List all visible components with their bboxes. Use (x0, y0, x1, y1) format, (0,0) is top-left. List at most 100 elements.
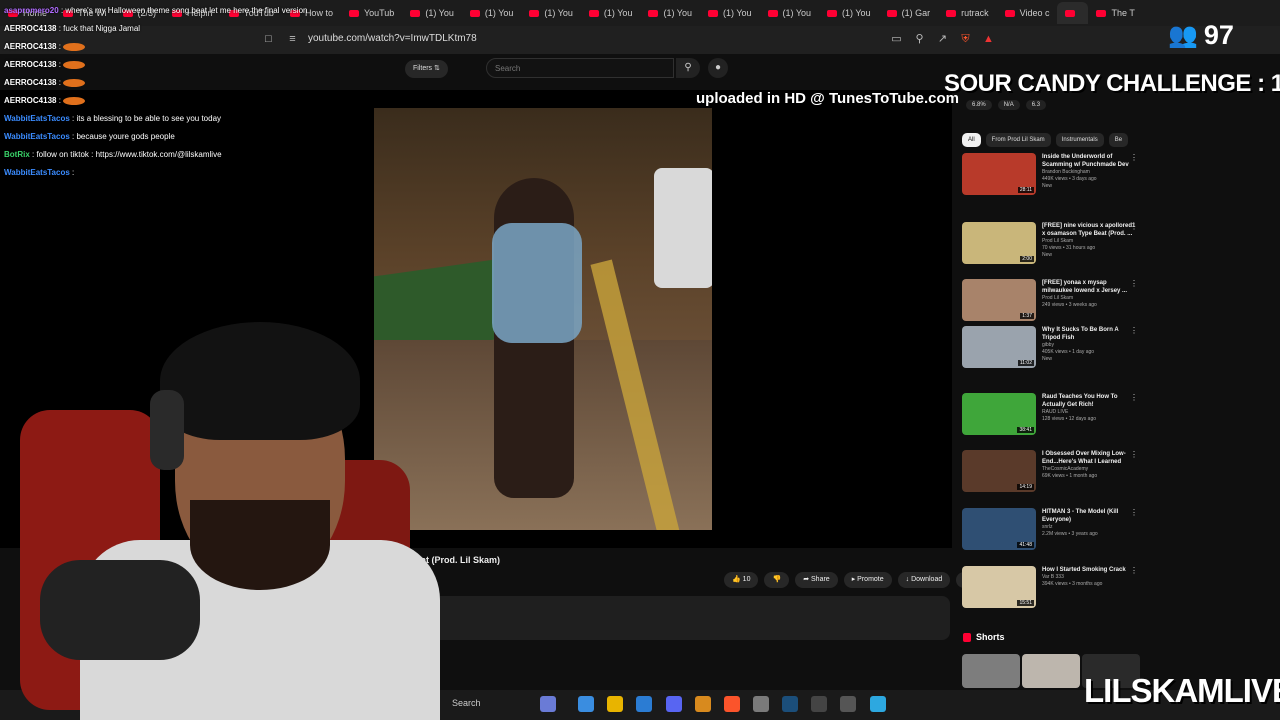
recommended-video[interactable]: 2:00 [FREE] nine vicious x apollored1 x o… (962, 222, 1138, 264)
video-title[interactable]: How I Started Smoking Crack (1042, 566, 1138, 574)
download-button[interactable]: ↓ Download (897, 572, 951, 588)
video-thumbnail[interactable]: 28:11 (962, 153, 1036, 195)
video-title[interactable]: Raud Teaches You How To Actually Get Ric… (1042, 393, 1138, 409)
edge-icon[interactable] (578, 696, 594, 712)
more-options-icon[interactable]: ⋮ (1130, 222, 1138, 231)
browser-tab[interactable]: (1) You (402, 2, 462, 24)
channel-name[interactable]: Prod Lil Skam (1042, 238, 1138, 245)
search-input[interactable]: Search (486, 58, 674, 78)
screen-icon[interactable]: ▭ (890, 33, 903, 46)
video-thumbnail[interactable]: 38:41 (962, 393, 1036, 435)
recommended-video[interactable]: 15:51 How I Started Smoking Crack Var B 33… (962, 566, 1138, 608)
brave-shield-icon[interactable]: ⛨ (959, 33, 972, 46)
browser-tab[interactable]: rutrack (938, 2, 997, 24)
folder-icon[interactable] (607, 696, 623, 712)
browser-tab[interactable]: (1) Gar (879, 2, 939, 24)
zoom-icon[interactable]: ⚲ (913, 33, 926, 46)
browser-tab[interactable]: (1) You (462, 2, 522, 24)
filters-button[interactable]: Filters ⇅ (405, 60, 448, 78)
video-title[interactable]: [FREE] nine vicious x apollored1 x osama… (1042, 222, 1138, 238)
short-thumbnail[interactable] (962, 654, 1020, 688)
channel-name[interactable]: Prod Lil Skam (1042, 295, 1138, 302)
store-icon[interactable] (636, 696, 652, 712)
browser-tab[interactable]: (1) You (640, 2, 700, 24)
channel-name[interactable]: TheCosmicAcademy (1042, 466, 1138, 473)
more-options-icon[interactable]: ⋮ (1130, 153, 1138, 162)
browser-tab[interactable]: (1) You (581, 2, 641, 24)
description-box[interactable] (430, 596, 950, 640)
video-info: [FREE] yonaa x mysap milwaukee lowend x … (1042, 279, 1138, 321)
video-title[interactable]: HITMAN 3 - The Model (Kill Everyone) (1042, 508, 1138, 524)
channel-name[interactable]: Brandon Buckingham (1042, 169, 1138, 176)
channel-name[interactable]: Var B 333 (1042, 574, 1138, 581)
video-title[interactable]: [FREE] yonaa x mysap milwaukee lowend x … (1042, 279, 1138, 295)
rewards-icon[interactable]: ▲ (982, 33, 995, 46)
recommended-video[interactable]: 38:41 Raud Teaches You How To Actually Ge… (962, 393, 1138, 435)
filter-chip[interactable]: Instrumentals (1055, 133, 1104, 147)
video-thumbnail[interactable]: 14:19 (962, 450, 1036, 492)
stat-value: N/A (997, 100, 1020, 110)
video-info: How I Started Smoking Crack Var B 333 394K… (1042, 566, 1138, 608)
steam-icon[interactable] (782, 696, 798, 712)
viewer-count: 97 (1203, 20, 1234, 50)
youtube-favicon-icon (469, 9, 480, 17)
filter-chip[interactable]: All (962, 133, 981, 147)
video-title[interactable]: Why It Sucks To Be Born A Tripod Fish (1042, 326, 1138, 342)
video-title[interactable]: I Obsessed Over Mixing Low-End...Here's … (1042, 450, 1138, 466)
brave-icon[interactable] (724, 696, 740, 712)
recommended-video[interactable]: 11:02 Why It Sucks To Be Born A Tripod Fi… (962, 326, 1138, 368)
video-thumbnail[interactable]: 41:48 (962, 508, 1036, 550)
channel-name[interactable]: snrlz (1042, 524, 1138, 531)
video-thumbnail[interactable]: 11:02 (962, 326, 1036, 368)
more-options-icon[interactable]: ⋮ (1130, 566, 1138, 575)
chat-message: BotRix : follow on tiktok : https://www.… (4, 146, 334, 164)
browser-tab[interactable]: The T (1088, 2, 1142, 24)
filter-chip[interactable]: From Prod Lil Skam (985, 133, 1051, 147)
duration-badge: 38:41 (1017, 427, 1034, 433)
video-thumbnail[interactable]: 1:37 (962, 279, 1036, 321)
share-page-icon[interactable]: ↗ (936, 33, 949, 46)
app-icon[interactable] (695, 696, 711, 712)
video-thumbnail[interactable]: 15:51 (962, 566, 1036, 608)
video-info: HITMAN 3 - The Model (Kill Everyone) snrl… (1042, 508, 1138, 550)
filter-chip[interactable]: Be (1108, 133, 1129, 147)
more-options-icon[interactable]: ⋮ (1130, 279, 1138, 288)
browser-tab[interactable]: (1) You (819, 2, 879, 24)
browser-tab[interactable]: YouTub (341, 2, 402, 24)
more-options-icon[interactable]: ⋮ (1130, 393, 1138, 402)
browser-tab[interactable]: (1) You (521, 2, 581, 24)
promote-button[interactable]: ▸ Promote (843, 572, 892, 588)
browser-tab-label: The T (1111, 8, 1135, 18)
browser-tab[interactable] (1057, 2, 1089, 24)
recommended-video[interactable]: 14:19 I Obsessed Over Mixing Low-End...He… (962, 450, 1138, 492)
taskbar-search[interactable]: Search (452, 698, 481, 708)
duration-badge: 28:11 (1017, 187, 1034, 193)
app-icon[interactable] (840, 696, 856, 712)
more-options-icon[interactable]: ⋮ (1130, 508, 1138, 517)
jacket-shape (492, 223, 582, 343)
discord-icon[interactable] (666, 696, 682, 712)
like-button[interactable]: 👍 10 (724, 572, 759, 588)
video-thumbnail-image[interactable] (374, 108, 712, 530)
copilot-icon[interactable] (540, 696, 556, 712)
recommended-video[interactable]: 28:11 Inside the Underworld of Scamming w… (962, 153, 1138, 195)
search-icon[interactable]: ⚲ (676, 58, 700, 78)
dislike-button[interactable]: 👎 (764, 572, 790, 588)
video-title[interactable]: Inside the Underworld of Scamming w/ Pun… (1042, 153, 1138, 169)
browser-tab[interactable]: Video c (997, 2, 1058, 24)
share-button[interactable]: ➦ Share (795, 572, 838, 588)
video-thumbnail[interactable]: 2:00 (962, 222, 1036, 264)
channel-name[interactable]: RAUD LIVE (1042, 409, 1138, 416)
more-options-icon[interactable]: ⋮ (1130, 326, 1138, 335)
more-options-icon[interactable]: ⋮ (1130, 450, 1138, 459)
notepad-icon[interactable] (870, 696, 886, 712)
app-icon[interactable] (811, 696, 827, 712)
recommended-video[interactable]: 1:37 [FREE] yonaa x mysap milwaukee lowen… (962, 279, 1138, 321)
browser-tab[interactable]: (1) You (760, 2, 820, 24)
short-thumbnail[interactable] (1022, 654, 1080, 688)
obs-icon[interactable] (753, 696, 769, 712)
channel-name[interactable]: gibby (1042, 342, 1138, 349)
microphone-icon[interactable]: ● (708, 58, 728, 78)
recommended-video[interactable]: 41:48 HITMAN 3 - The Model (Kill Everyone… (962, 508, 1138, 550)
browser-tab[interactable]: (1) You (700, 2, 760, 24)
